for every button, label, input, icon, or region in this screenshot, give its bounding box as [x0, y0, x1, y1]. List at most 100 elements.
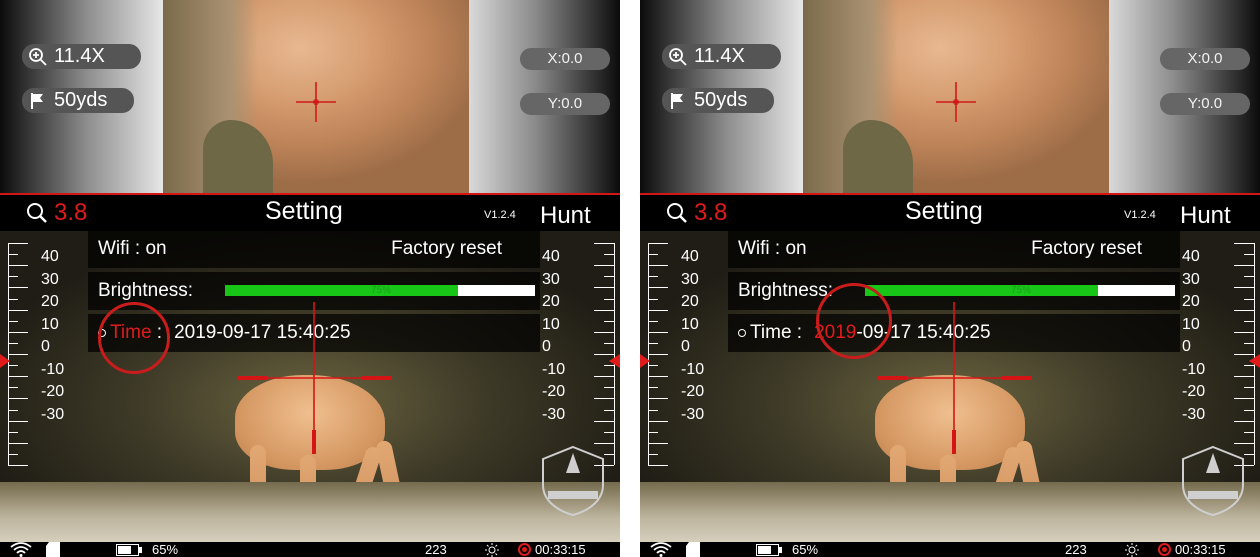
ruler-tick [648, 398, 668, 400]
ruler-tick [8, 331, 28, 333]
ruler-number: -20 [1182, 383, 1206, 400]
wifi-row[interactable]: Wifi : on Factory reset [88, 230, 540, 268]
ruler-number: 40 [1182, 248, 1200, 265]
ruler-tick [8, 409, 18, 411]
ruler-tick [1244, 320, 1254, 322]
battery-icon [756, 544, 782, 556]
ruler-tick [8, 309, 28, 311]
version-label: V1.2.4 [484, 209, 516, 221]
time-colon: : [791, 322, 803, 343]
ruler-tick [648, 331, 668, 333]
ruler-number: 30 [41, 270, 59, 288]
wifi-setting[interactable]: Wifi : on [98, 238, 167, 260]
preview-crosshair [936, 82, 976, 122]
zoom-indicator: 11.4X [662, 44, 781, 69]
left-ruler-pointer [0, 354, 10, 368]
ruler-number: 30 [542, 270, 560, 288]
magnify-plus-icon [669, 47, 687, 66]
sun-icon [485, 543, 499, 557]
brightness-percent: 75% [371, 285, 392, 296]
setting-title: Setting [265, 197, 343, 225]
ruler-tick [8, 298, 18, 300]
ruler-number: 10 [542, 315, 560, 333]
ruler-number: 0 [542, 338, 551, 355]
ruler-tick [594, 331, 614, 333]
ruler-number: 20 [41, 293, 59, 310]
ruler-tick [1234, 331, 1254, 333]
factory-reset-button[interactable]: Factory reset [391, 238, 502, 260]
ruler-tick [648, 442, 668, 444]
ruler-tick [604, 276, 614, 278]
ruler-tick [594, 398, 614, 400]
ruler-number: 0 [41, 338, 50, 355]
ruler-tick [8, 287, 28, 289]
ruler-tick [1244, 387, 1254, 389]
ruler-tick [594, 420, 614, 422]
ruler-tick [1234, 420, 1254, 422]
ruler-number: 10 [1182, 315, 1200, 333]
brightness-slider[interactable]: 75% [865, 285, 1175, 296]
brightness-label: Brightness: [738, 280, 834, 301]
ruler-number: -30 [41, 405, 65, 423]
status-bar: 65% 223 00:33:15 [640, 542, 1260, 557]
accufire-logo [1182, 445, 1244, 517]
distance-value: 50yds [54, 89, 108, 111]
brightness-fill [225, 285, 458, 296]
time-year[interactable]: 2019 [174, 322, 216, 343]
ruler-tick [594, 442, 614, 444]
ruler-tick [604, 254, 614, 256]
brightness-slider[interactable]: 75% [225, 285, 535, 296]
ruler-number: -10 [681, 360, 705, 378]
left-ruler: 40 30 20 10 0 -10 -20 -30 [648, 243, 723, 466]
battery-percent: 65% [152, 542, 179, 557]
shot-count: 223 [1065, 542, 1087, 557]
wifi-icon [650, 542, 672, 557]
ruler-tick [8, 431, 18, 433]
ruler-tick [648, 409, 658, 411]
ruler-tick [8, 376, 28, 378]
ruler-tick [1234, 376, 1254, 378]
ruler-number: -20 [681, 383, 705, 400]
ruler-number: 20 [681, 293, 699, 310]
left-ruler-pointer [640, 354, 650, 368]
wifi-icon [10, 542, 32, 557]
mode-label: Hunt [1180, 202, 1231, 229]
wifi-row[interactable]: Wifi : on Factory reset [728, 230, 1180, 268]
setting-title: Setting [905, 197, 983, 225]
magnification-value: 3.8 [694, 199, 728, 226]
record-time: 00:33:15 [535, 542, 586, 557]
ruler-tick [1244, 298, 1254, 300]
ruler-number: 20 [1182, 293, 1200, 310]
ruler-tick [648, 465, 668, 466]
x-offset-badge: X:0.0 [520, 48, 610, 70]
ruler-tick [648, 320, 658, 322]
ruler-number: 10 [41, 315, 59, 333]
main-crosshair [237, 302, 392, 454]
ruler-number: -30 [681, 405, 705, 423]
ruler-tick [648, 342, 658, 344]
highlight-circle [98, 302, 170, 374]
factory-reset-button[interactable]: Factory reset [1031, 238, 1142, 260]
ruler-tick [8, 442, 28, 444]
record-indicator: 00:33:15 [518, 542, 586, 557]
battery-icon [116, 544, 142, 556]
ruler-tick [604, 342, 614, 344]
wifi-setting[interactable]: Wifi : on [738, 238, 807, 260]
distance-indicator: 50yds [662, 88, 774, 113]
x-offset-badge: X:0.0 [1160, 48, 1250, 70]
ruler-tick [604, 387, 614, 389]
status-bar: 65% 223 00:33:15 [0, 542, 620, 557]
brightness-percent: 75% [1011, 285, 1032, 296]
ground [640, 482, 1260, 542]
right-ruler: 40 30 20 10 0 -10 -20 -30 [1180, 243, 1255, 466]
ruler-number: 40 [542, 248, 560, 265]
ruler-number: 0 [1182, 338, 1191, 355]
left-ruler: 40 30 20 10 0 -10 -20 -30 [8, 243, 83, 466]
ruler-number: 40 [681, 248, 699, 265]
ruler-number: -30 [542, 405, 566, 423]
ruler-tick [604, 320, 614, 322]
status-top-bar: 3.8 Setting V1.2.4 Hunt [640, 195, 1260, 231]
ruler-tick [8, 398, 28, 400]
ruler-tick [648, 376, 668, 378]
screen-1: 11.4X 50yds X:0.0 Y:0.0 3.8 Setting V1.2.4 Hunt… [0, 0, 620, 557]
